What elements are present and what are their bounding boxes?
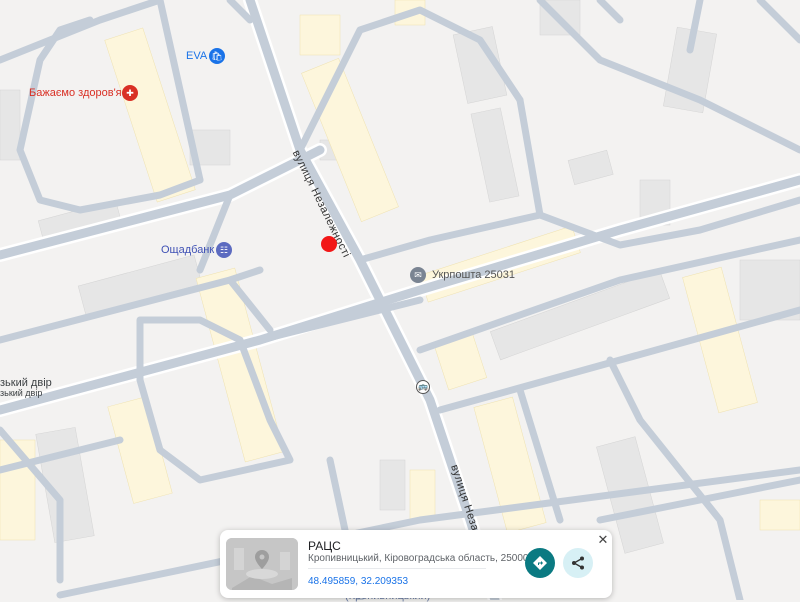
mail-icon[interactable]: ✉ <box>410 267 426 283</box>
share-icon <box>572 556 584 570</box>
poi-label-eva[interactable]: EVA <box>186 50 207 62</box>
pharmacy-icon[interactable]: ✚ <box>122 85 138 101</box>
directions-button[interactable] <box>525 548 555 578</box>
directions-icon <box>533 556 547 570</box>
share-button[interactable] <box>563 548 593 578</box>
place-address: Кропивницький, Кіровоградська область, 2… <box>308 553 529 564</box>
close-icon[interactable]: ✕ <box>596 533 610 547</box>
poi-label-dvir-bottom[interactable]: зький двір <box>0 388 42 398</box>
poi-label-oschadbank[interactable]: Ощадбанк <box>161 244 214 256</box>
divider <box>308 568 486 569</box>
bank-icon[interactable]: ☷ <box>216 242 232 258</box>
shopping-bag-icon[interactable]: 🛍 <box>209 48 225 64</box>
place-coordinates[interactable]: 48.495859, 32.209353 <box>308 576 408 587</box>
bus-stop-icon[interactable]: 🚌 <box>416 380 430 394</box>
red-location-marker[interactable] <box>321 236 337 252</box>
place-card[interactable]: РАЦС Кропивницький, Кіровоградська облас… <box>220 530 612 598</box>
place-title: РАЦС <box>308 539 341 553</box>
poi-label-pharmacy[interactable]: Бажаємо здоров'я <box>29 87 122 99</box>
place-photo-placeholder-icon[interactable] <box>226 538 298 590</box>
poi-label-ukrposhta[interactable]: Укрпошта 25031 <box>432 269 515 281</box>
